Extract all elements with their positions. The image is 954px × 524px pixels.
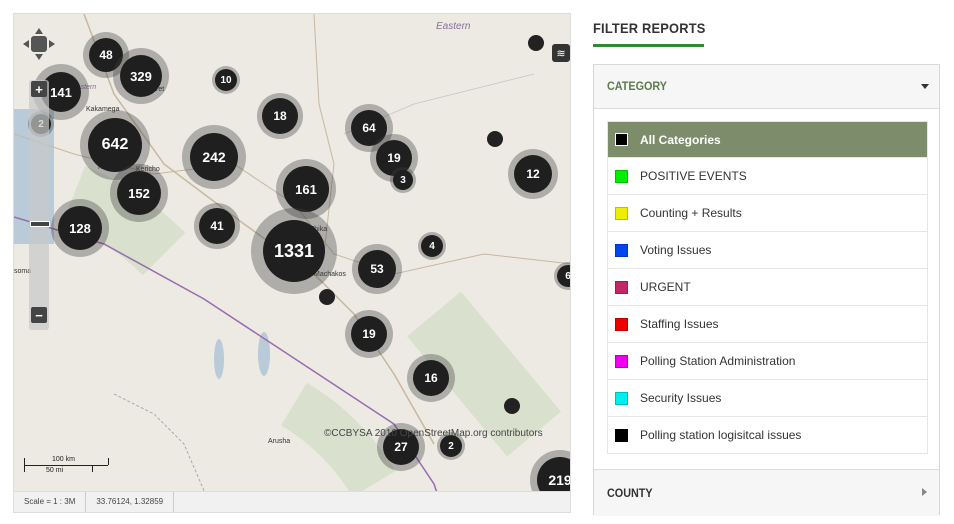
category-item-polling-station-logistical[interactable]: Polling station logisitcal issues — [607, 417, 928, 454]
report-marker[interactable] — [319, 289, 335, 305]
report-cluster[interactable]: 3 — [390, 167, 416, 193]
category-swatch — [615, 169, 628, 183]
category-name: Voting Issues — [640, 243, 712, 257]
category-name: Security Issues — [640, 391, 722, 405]
report-cluster[interactable]: 329 — [113, 48, 169, 104]
report-cluster[interactable]: 41 — [194, 203, 240, 249]
coordinates-readout: 33.76124, 1.32859 — [86, 492, 175, 512]
county-label: COUNTY — [607, 486, 653, 500]
report-cluster[interactable]: 18 — [257, 93, 303, 139]
zoom-in-button[interactable]: + — [31, 81, 47, 97]
category-swatch — [615, 428, 628, 442]
category-name: POSITIVE EVENTS — [640, 169, 747, 183]
category-name: Polling Station Administration — [640, 354, 796, 368]
map-status-bar: Scale = 1 : 3M 33.76124, 1.32859 — [14, 491, 570, 512]
category-swatch — [615, 354, 628, 368]
chevron-right-icon — [922, 488, 927, 496]
category-item-counting-results[interactable]: Counting + Results — [607, 195, 928, 232]
report-marker[interactable] — [487, 131, 503, 147]
report-map[interactable]: Eastern Kakamega Eldoret Kericho Kisii T… — [13, 13, 571, 513]
report-cluster[interactable]: 16 — [407, 354, 455, 402]
category-name: All Categories — [640, 132, 721, 147]
report-cluster[interactable]: 19 — [345, 310, 393, 358]
category-item-polling-station-administration[interactable]: Polling Station Administration — [607, 343, 928, 380]
category-item-all[interactable]: All Categories — [607, 121, 928, 158]
category-name: Staffing Issues — [640, 317, 719, 331]
zoom-slider-handle[interactable] — [30, 221, 50, 227]
report-cluster[interactable]: 53 — [352, 244, 402, 294]
report-cluster[interactable]: 12 — [508, 149, 558, 199]
chevron-down-icon — [921, 84, 929, 89]
category-list: All Categories POSITIVE EVENTS Counting … — [607, 121, 928, 469]
pan-up-icon[interactable] — [35, 28, 43, 34]
category-swatch — [615, 391, 628, 405]
report-cluster[interactable]: 4 — [418, 232, 446, 260]
category-swatch — [615, 243, 628, 257]
pan-center-icon — [31, 36, 47, 52]
pan-left-icon[interactable] — [23, 40, 29, 48]
county-section-toggle[interactable]: COUNTY — [594, 469, 939, 516]
category-swatch — [615, 206, 628, 220]
pan-control[interactable] — [23, 28, 55, 60]
map-attribution: ©CCBYSA 2010 OpenStreetMap.org contribut… — [324, 428, 543, 439]
category-name: URGENT — [640, 280, 691, 294]
category-name: Counting + Results — [640, 206, 742, 220]
report-marker[interactable] — [504, 398, 520, 414]
zoom-bar[interactable] — [29, 80, 49, 330]
title-underline — [593, 44, 704, 47]
report-cluster[interactable]: 152 — [110, 164, 168, 222]
place-arusha: Arusha — [268, 438, 291, 445]
scale-text: Scale = 1 : 3M — [14, 492, 87, 512]
pan-right-icon[interactable] — [49, 40, 55, 48]
scale-km-label: 100 km — [52, 456, 75, 463]
category-section-toggle[interactable]: CATEGORY — [594, 65, 939, 109]
report-cluster[interactable]: 242 — [182, 125, 246, 189]
filter-panel: CATEGORY All Categories POSITIVE EVENTS … — [593, 64, 940, 516]
report-cluster[interactable]: 128 — [51, 199, 109, 257]
filter-reports-title: FILTER REPORTS — [593, 20, 706, 36]
layers-icon[interactable]: ≋ — [552, 44, 570, 62]
scale-bar: 100 km 50 mi — [24, 454, 110, 478]
category-item-security-issues[interactable]: Security Issues — [607, 380, 928, 417]
scale-mi-label: 50 mi — [46, 467, 64, 474]
report-marker[interactable] — [528, 35, 544, 51]
zoom-out-button[interactable]: − — [31, 307, 47, 323]
category-label: CATEGORY — [607, 79, 668, 93]
category-item-positive-events[interactable]: POSITIVE EVENTS — [607, 158, 928, 195]
category-item-staffing-issues[interactable]: Staffing Issues — [607, 306, 928, 343]
report-cluster[interactable]: 10 — [212, 66, 240, 94]
category-item-voting-issues[interactable]: Voting Issues — [607, 232, 928, 269]
category-name: Polling station logisitcal issues — [640, 428, 802, 442]
category-swatch — [615, 317, 628, 331]
report-cluster[interactable]: 1331 — [251, 208, 337, 294]
pan-down-icon[interactable] — [35, 54, 43, 60]
category-item-urgent[interactable]: URGENT — [607, 269, 928, 306]
category-swatch — [615, 133, 628, 146]
region-label: Eastern — [436, 21, 471, 32]
category-swatch — [615, 280, 628, 294]
